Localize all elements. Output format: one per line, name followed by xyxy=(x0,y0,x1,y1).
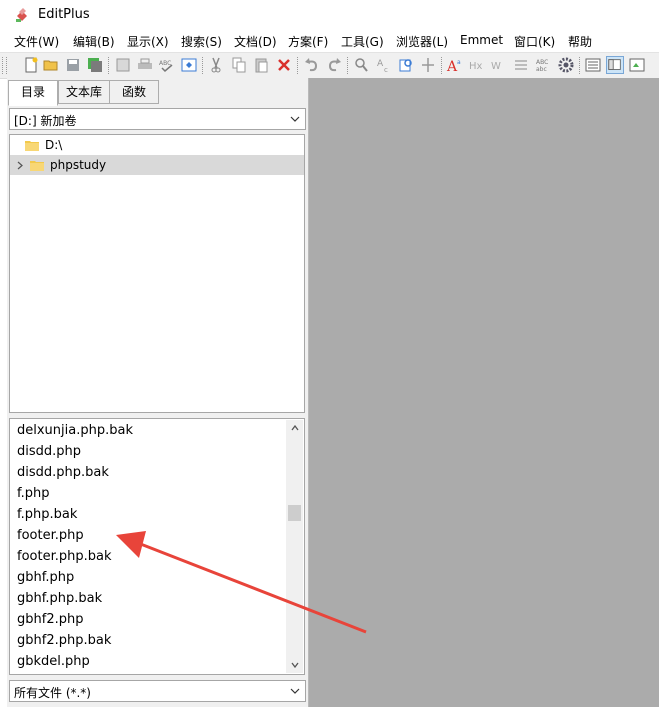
chevron-down-icon xyxy=(290,688,300,694)
scroll-up-icon[interactable] xyxy=(291,425,299,431)
folder-icon xyxy=(25,141,39,151)
scrollbar-thumb[interactable] xyxy=(288,505,301,521)
toolbar-separator xyxy=(579,57,581,74)
svg-text:Hx: Hx xyxy=(469,61,483,72)
title-bar: EditPlus xyxy=(0,0,659,30)
toolbar-grip[interactable] xyxy=(2,57,7,74)
list-item[interactable]: gbhf2.php xyxy=(17,612,83,627)
list-item[interactable]: f.php xyxy=(17,486,50,501)
tree-item-phpstudy[interactable]: phpstudy xyxy=(10,155,304,175)
save-all-icon[interactable] xyxy=(86,56,104,74)
replace-icon[interactable]: Ac xyxy=(375,56,393,74)
menu-document[interactable]: 文档(D) xyxy=(234,33,277,50)
print-icon[interactable] xyxy=(136,56,154,74)
folder-tree: D:\ phpstudy xyxy=(9,134,305,413)
find-icon[interactable] xyxy=(352,56,370,74)
spell-check-icon[interactable]: ABC xyxy=(158,56,176,74)
svg-text:ABC: ABC xyxy=(159,60,171,67)
goto-line-icon[interactable] xyxy=(419,56,437,74)
window-title: EditPlus xyxy=(38,7,90,22)
drive-select[interactable]: [D:] 新加卷 xyxy=(9,108,306,130)
heading-icon[interactable]: Hx xyxy=(468,56,486,74)
copy-icon[interactable] xyxy=(230,56,248,74)
menu-bar: 文件(W) 编辑(B) 显示(X) 搜索(S) 文档(D) 方案(F) 工具(G… xyxy=(0,30,659,51)
menu-view[interactable]: 显示(X) xyxy=(127,33,169,50)
save-icon[interactable] xyxy=(64,56,82,74)
menu-edit[interactable]: 编辑(B) xyxy=(73,33,115,50)
gear-icon[interactable] xyxy=(557,56,575,74)
wordwrap-icon[interactable]: W xyxy=(490,56,508,74)
tab-directory[interactable]: 目录 xyxy=(8,80,58,106)
scroll-down-icon[interactable] xyxy=(291,662,299,668)
list-item[interactable]: disdd.php.bak xyxy=(17,465,109,480)
list-item[interactable]: disdd.php xyxy=(17,444,81,459)
tab-functions[interactable]: 函数 xyxy=(109,80,159,104)
list-item[interactable]: gbhf.php.bak xyxy=(17,591,102,606)
cut-icon[interactable] xyxy=(207,56,225,74)
open-folder-icon[interactable] xyxy=(42,56,60,74)
folder-icon xyxy=(30,161,44,171)
delete-icon[interactable] xyxy=(275,56,293,74)
panel-icon[interactable] xyxy=(628,56,646,74)
svg-text:a: a xyxy=(457,59,461,66)
svg-text:c: c xyxy=(384,66,388,74)
print-preview-icon[interactable] xyxy=(114,56,132,74)
column-select-icon[interactable] xyxy=(512,56,530,74)
toolbar: ABC Ac Aa Hx W ABC abc xyxy=(0,52,659,79)
split-view-icon[interactable] xyxy=(606,56,624,74)
tree-item-root[interactable]: D:\ xyxy=(10,135,304,155)
svg-text:A: A xyxy=(377,59,384,69)
list-item[interactable]: gbhf2.php.bak xyxy=(17,633,111,648)
menu-emmet[interactable]: Emmet xyxy=(460,33,503,47)
menu-project[interactable]: 方案(F) xyxy=(288,33,328,50)
new-file-icon[interactable] xyxy=(22,56,40,74)
list-item[interactable]: gbkdel.php xyxy=(17,654,90,669)
file-filter-select[interactable]: 所有文件 (*.*) xyxy=(9,680,306,702)
tree-item-label: phpstudy xyxy=(50,158,107,172)
directory-panel: 目录 文本库 函数 [D:] 新加卷 D:\ phpstudy delxunji… xyxy=(7,78,309,707)
abc-icon[interactable]: ABCabc xyxy=(535,56,553,74)
editplus-app-icon xyxy=(16,8,27,22)
list-item[interactable]: f.php.bak xyxy=(17,507,77,522)
svg-text:W: W xyxy=(491,61,501,72)
toolbar-separator xyxy=(108,57,110,74)
list-item[interactable]: delxunjia.php.bak xyxy=(17,423,133,438)
file-filter-value: 所有文件 (*.*) xyxy=(14,686,91,700)
menu-browser[interactable]: 浏览器(L) xyxy=(396,33,448,50)
menu-file[interactable]: 文件(W) xyxy=(14,33,59,50)
chevron-down-icon xyxy=(290,116,300,122)
file-list-scrollbar[interactable] xyxy=(286,420,303,673)
tree-item-label: D:\ xyxy=(45,138,63,152)
list-item[interactable]: footer.php.bak xyxy=(17,549,112,564)
browser-preview-icon[interactable] xyxy=(180,56,198,74)
menu-search[interactable]: 搜索(S) xyxy=(181,33,222,50)
paste-icon[interactable] xyxy=(252,56,270,74)
svg-text:abc: abc xyxy=(536,66,547,73)
drive-select-value: [D:] 新加卷 xyxy=(14,114,77,128)
toolbar-separator xyxy=(202,57,204,74)
view-list-icon[interactable] xyxy=(584,56,602,74)
undo-icon[interactable] xyxy=(303,56,321,74)
svg-text:ABC: ABC xyxy=(536,59,548,66)
menu-help[interactable]: 帮助 xyxy=(568,33,592,50)
list-item[interactable]: gbhf.php xyxy=(17,570,74,585)
font-icon[interactable]: Aa xyxy=(446,56,464,74)
toolbar-separator xyxy=(297,57,299,74)
tab-text-library[interactable]: 文本库 xyxy=(58,80,110,104)
find-in-files-icon[interactable] xyxy=(397,56,415,74)
chevron-right-icon[interactable] xyxy=(17,161,23,170)
toolbar-separator xyxy=(347,57,349,74)
redo-icon[interactable] xyxy=(325,56,343,74)
editor-area[interactable] xyxy=(309,78,659,707)
list-item[interactable]: footer.php xyxy=(17,528,84,543)
menu-tools[interactable]: 工具(G) xyxy=(341,33,384,50)
menu-window[interactable]: 窗口(K) xyxy=(514,33,555,50)
file-list: delxunjia.php.bak disdd.php disdd.php.ba… xyxy=(9,418,305,675)
toolbar-separator xyxy=(441,57,443,74)
